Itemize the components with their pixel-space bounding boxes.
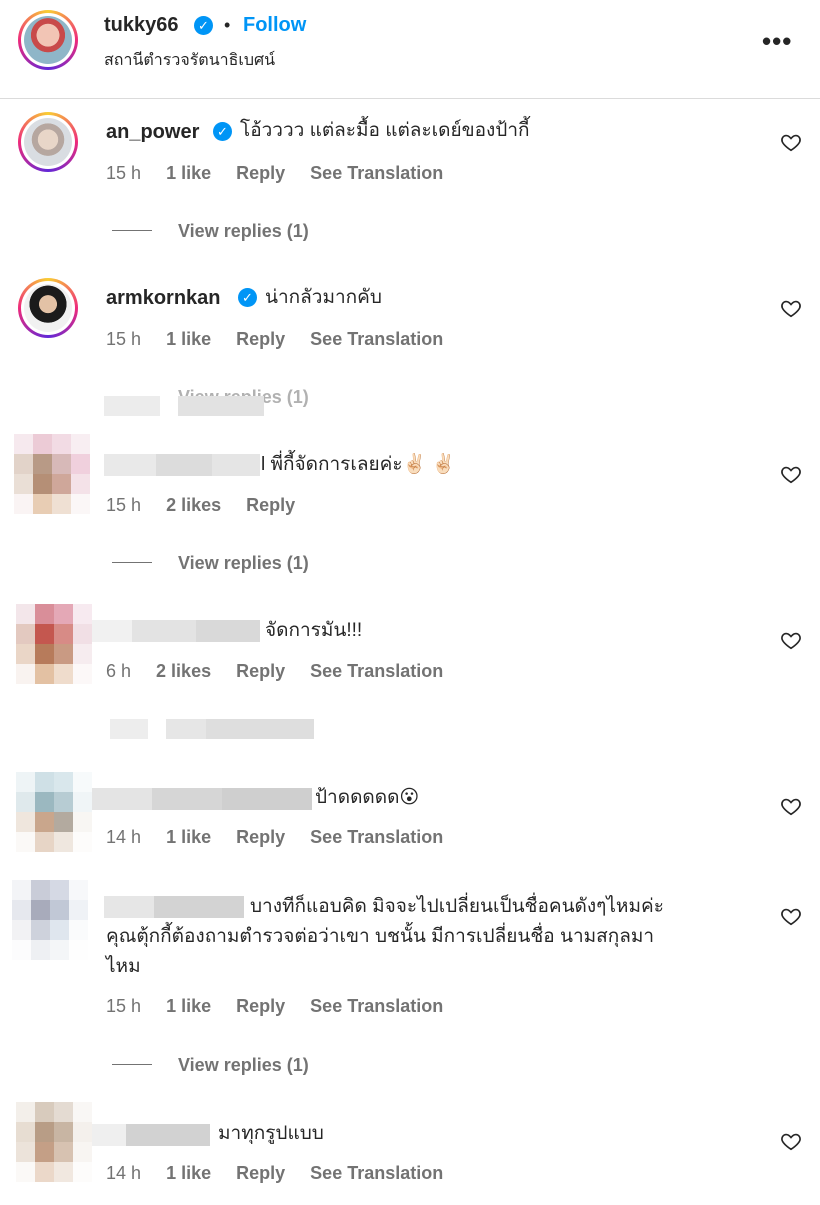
comment-time: 15 h: [106, 495, 142, 515]
likes-count[interactable]: 1 like: [166, 1163, 211, 1183]
see-translation-button[interactable]: See Translation: [310, 661, 443, 681]
comment-time: 15 h: [106, 329, 142, 349]
comment-meta: 6 h 2 likes Reply See Translation: [106, 661, 443, 682]
see-translation-button[interactable]: See Translation: [310, 329, 443, 349]
heart-outline-icon[interactable]: [780, 795, 802, 817]
view-replies-button[interactable]: View replies (1): [112, 221, 309, 242]
blurred-view-replies[interactable]: [110, 719, 314, 739]
view-replies-label: View replies (1): [178, 553, 309, 573]
commenter-avatar[interactable]: [16, 1102, 92, 1182]
reply-button[interactable]: Reply: [236, 329, 285, 349]
comment-text: โอ้วววว แต่ละมื้อ แต่ละเดย์ของป้ากี้: [240, 120, 530, 141]
commenter-username-blurred[interactable]: [104, 454, 260, 476]
comment-time: 14 h: [106, 827, 142, 847]
reply-button[interactable]: Reply: [236, 163, 285, 183]
comment-meta: 14 h 1 like Reply See Translation: [106, 1163, 443, 1184]
commenter-username[interactable]: an_power: [106, 121, 199, 144]
commenter-username-blurred[interactable]: [104, 896, 244, 918]
comment-text: จัดการมัน!!!: [265, 620, 363, 641]
likes-count[interactable]: 2 likes: [156, 661, 211, 681]
comment-meta: 15 h 1 like Reply See Translation: [106, 996, 443, 1017]
comment-meta: 15 h 1 like Reply See Translation: [106, 163, 443, 184]
comment-text-line-2: คุณตุ้กกี้ต้องถามตำรวจต่อว่าเขา บชนั้น ม…: [106, 926, 655, 947]
comment-text: ป้าดดดดด😮: [315, 787, 420, 808]
likes-count[interactable]: 1 like: [166, 329, 211, 349]
comment-time: 14 h: [106, 1163, 142, 1183]
likes-count[interactable]: 2 likes: [166, 495, 221, 515]
commenter-avatar[interactable]: [16, 772, 92, 852]
heart-outline-icon[interactable]: [780, 1130, 802, 1152]
commenter-avatar[interactable]: [18, 278, 78, 338]
commenter-username-blurred[interactable]: [92, 620, 260, 642]
comment-time: 15 h: [106, 996, 142, 1016]
comment-text: น่ากลัวมากคับ: [265, 287, 382, 308]
view-replies-button[interactable]: View replies (1): [112, 1055, 309, 1076]
commenter-username[interactable]: armkornkan: [106, 287, 221, 310]
follow-button[interactable]: Follow: [243, 14, 306, 37]
see-translation-button[interactable]: See Translation: [310, 1163, 443, 1183]
heart-outline-icon[interactable]: [780, 463, 802, 485]
comment-meta: 14 h 1 like Reply See Translation: [106, 827, 443, 848]
see-translation-button[interactable]: See Translation: [310, 827, 443, 847]
view-replies-button[interactable]: View replies (1): [112, 553, 309, 574]
likes-count[interactable]: 1 like: [166, 827, 211, 847]
commenter-avatar[interactable]: [12, 880, 88, 960]
heart-outline-icon[interactable]: [780, 131, 802, 153]
blurred-content: [104, 396, 264, 416]
post-location[interactable]: สถานีตำรวจรัตนาธิเบศน์: [104, 48, 275, 73]
reply-button[interactable]: Reply: [236, 996, 285, 1016]
reply-button[interactable]: Reply: [236, 827, 285, 847]
commenter-avatar[interactable]: [18, 112, 78, 172]
likes-count[interactable]: 1 like: [166, 163, 211, 183]
comment-text: มาทุกรูปแบบ: [218, 1123, 324, 1144]
likes-count[interactable]: 1 like: [166, 996, 211, 1016]
comment-meta: 15 h 1 like Reply See Translation: [106, 329, 443, 350]
comment-text-line-1: บางทีก็แอบคิด มิจจะไปเปลี่ยนเป็นชื่อคนดั…: [250, 896, 664, 917]
heart-outline-icon[interactable]: [780, 905, 802, 927]
post-header: tukky66 ✓ • Follow สถานีตำรวจรัตนาธิเบศน…: [0, 0, 820, 99]
author-avatar[interactable]: [18, 10, 78, 70]
comment-time: 15 h: [106, 163, 142, 183]
comment-meta: 15 h 2 likes Reply: [106, 495, 295, 516]
view-replies-label: View replies (1): [178, 221, 309, 241]
more-horizontal-icon[interactable]: •••: [762, 26, 792, 57]
verified-badge-icon: ✓: [194, 16, 213, 35]
comment-text-line-3: ไหม: [106, 956, 141, 977]
commenter-avatar[interactable]: [14, 434, 90, 514]
heart-outline-icon[interactable]: [780, 629, 802, 651]
commenter-avatar[interactable]: [16, 604, 92, 684]
separator-dot: •: [224, 15, 231, 35]
commenter-username-blurred[interactable]: [92, 788, 312, 810]
view-replies-label: View replies (1): [178, 1055, 309, 1075]
verified-badge-icon: ✓: [238, 288, 257, 307]
heart-outline-icon[interactable]: [780, 297, 802, 319]
see-translation-button[interactable]: See Translation: [310, 996, 443, 1016]
comment-time: 6 h: [106, 661, 132, 681]
see-translation-button[interactable]: See Translation: [310, 163, 443, 183]
commenter-username-blurred[interactable]: [92, 1124, 210, 1146]
comment-text: l พี่กี้จัดการเลยค่ะ✌🏻 ✌🏻: [261, 454, 456, 475]
reply-button[interactable]: Reply: [246, 495, 295, 515]
reply-button[interactable]: Reply: [236, 1163, 285, 1183]
reply-button[interactable]: Reply: [236, 661, 285, 681]
author-username[interactable]: tukky66: [104, 14, 179, 37]
verified-badge-icon: ✓: [213, 122, 232, 141]
